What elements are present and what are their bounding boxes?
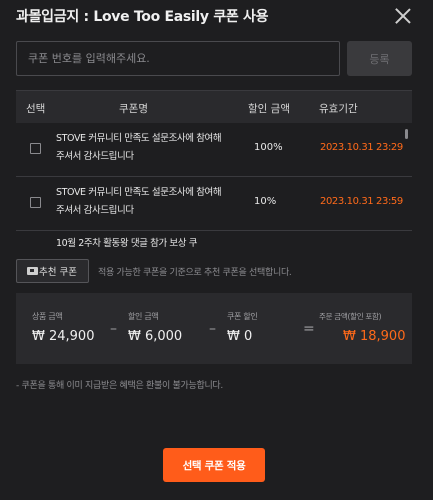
- minus-operator: –: [209, 321, 216, 337]
- coupon-name: STOVE 커뮤니티 만족도 설문조사에 참여해 주셔서 감사드립니다: [56, 133, 222, 162]
- coupon-discount-value: ₩ 0: [227, 329, 253, 344]
- header-select: 선택: [26, 103, 46, 115]
- register-button[interactable]: 등록: [347, 41, 412, 76]
- recommend-row: 추천 쿠폰 적용 가능한 쿠폰을 기준으로 추천 쿠폰을 선택합니다.: [16, 259, 412, 283]
- equals-operator: =: [303, 321, 315, 337]
- order-amount-value: ₩ 18,900: [343, 329, 406, 344]
- header-name: 쿠폰명: [119, 103, 148, 115]
- coupon-code-input[interactable]: [16, 41, 340, 76]
- recommend-button-label: 추천 쿠폰: [39, 267, 77, 278]
- close-icon[interactable]: [395, 8, 411, 24]
- header-period: 유효기간: [319, 103, 358, 115]
- coupon-amount: 100%: [254, 142, 283, 153]
- recommend-description: 적용 가능한 쿠폰을 기준으로 추천 쿠폰을 선택합니다.: [98, 268, 292, 278]
- table-row[interactable]: STOVE 커뮤니티 만족도 설문조사에 참여해 주셔서 감사드립니다 100%…: [16, 123, 412, 177]
- table-row[interactable]: 10월 2주차 활동왕 댓글 참가 보상 쿠: [16, 231, 412, 249]
- header-amount: 할인 금액: [248, 103, 290, 115]
- coupon-discount-label: 쿠폰 할인: [227, 312, 258, 321]
- product-amount: 상품 금액 ₩ 24,900: [32, 311, 94, 344]
- apply-coupon-button[interactable]: 선택 쿠폰 적용: [163, 448, 265, 482]
- table-header: 선택 쿠폰명 할인 금액 유효기간: [16, 91, 412, 123]
- coupon-period: 2023.10.31 23:59: [320, 196, 403, 207]
- discount-amount: 할인 금액 ₩ 6,000: [128, 311, 182, 344]
- ticket-icon: [27, 267, 38, 275]
- discount-amount-label: 할인 금액: [128, 312, 159, 321]
- coupon-name: STOVE 커뮤니티 만족도 설문조사에 참여해 주셔서 감사드립니다: [56, 187, 222, 216]
- recommend-coupon-button[interactable]: 추천 쿠폰: [16, 259, 89, 283]
- coupon-period: 2023.10.31 23:29: [320, 142, 403, 153]
- order-amount-label: 주문 금액(할인 포함): [319, 312, 382, 321]
- coupon-name: 10월 2주차 활동왕 댓글 참가 보상 쿠: [56, 238, 198, 249]
- product-amount-label: 상품 금액: [32, 312, 63, 321]
- dialog-title: 과몰입금지 : Love Too Easily 쿠폰 사용: [16, 9, 269, 25]
- price-summary: 상품 금액 ₩ 24,900 – 할인 금액 ₩ 6,000 – 쿠폰 할인 ₩…: [16, 293, 412, 364]
- table-scrollbar[interactable]: [405, 129, 408, 139]
- refund-notice: - 쿠폰을 통해 이미 지급받은 혜택은 환불이 불가능합니다.: [16, 381, 223, 391]
- coupon-checkbox[interactable]: [30, 197, 41, 208]
- coupon-discount: 쿠폰 할인 ₩ 0: [227, 311, 258, 344]
- minus-operator: –: [110, 321, 117, 337]
- coupon-table: 선택 쿠폰명 할인 금액 유효기간 STOVE 커뮤니티 만족도 설문조사에 참…: [16, 90, 412, 249]
- coupon-amount: 10%: [254, 196, 277, 207]
- coupon-checkbox[interactable]: [30, 143, 41, 154]
- order-amount: 주문 금액(할인 포함) ₩ 18,900: [319, 311, 405, 344]
- discount-amount-value: ₩ 6,000: [128, 329, 183, 344]
- table-row[interactable]: STOVE 커뮤니티 만족도 설문조사에 참여해 주셔서 감사드립니다 10% …: [16, 177, 412, 231]
- dialog-header: 과몰입금지 : Love Too Easily 쿠폰 사용: [16, 8, 417, 26]
- coupon-input-row: 등록: [16, 41, 412, 76]
- product-amount-value: ₩ 24,900: [32, 329, 95, 344]
